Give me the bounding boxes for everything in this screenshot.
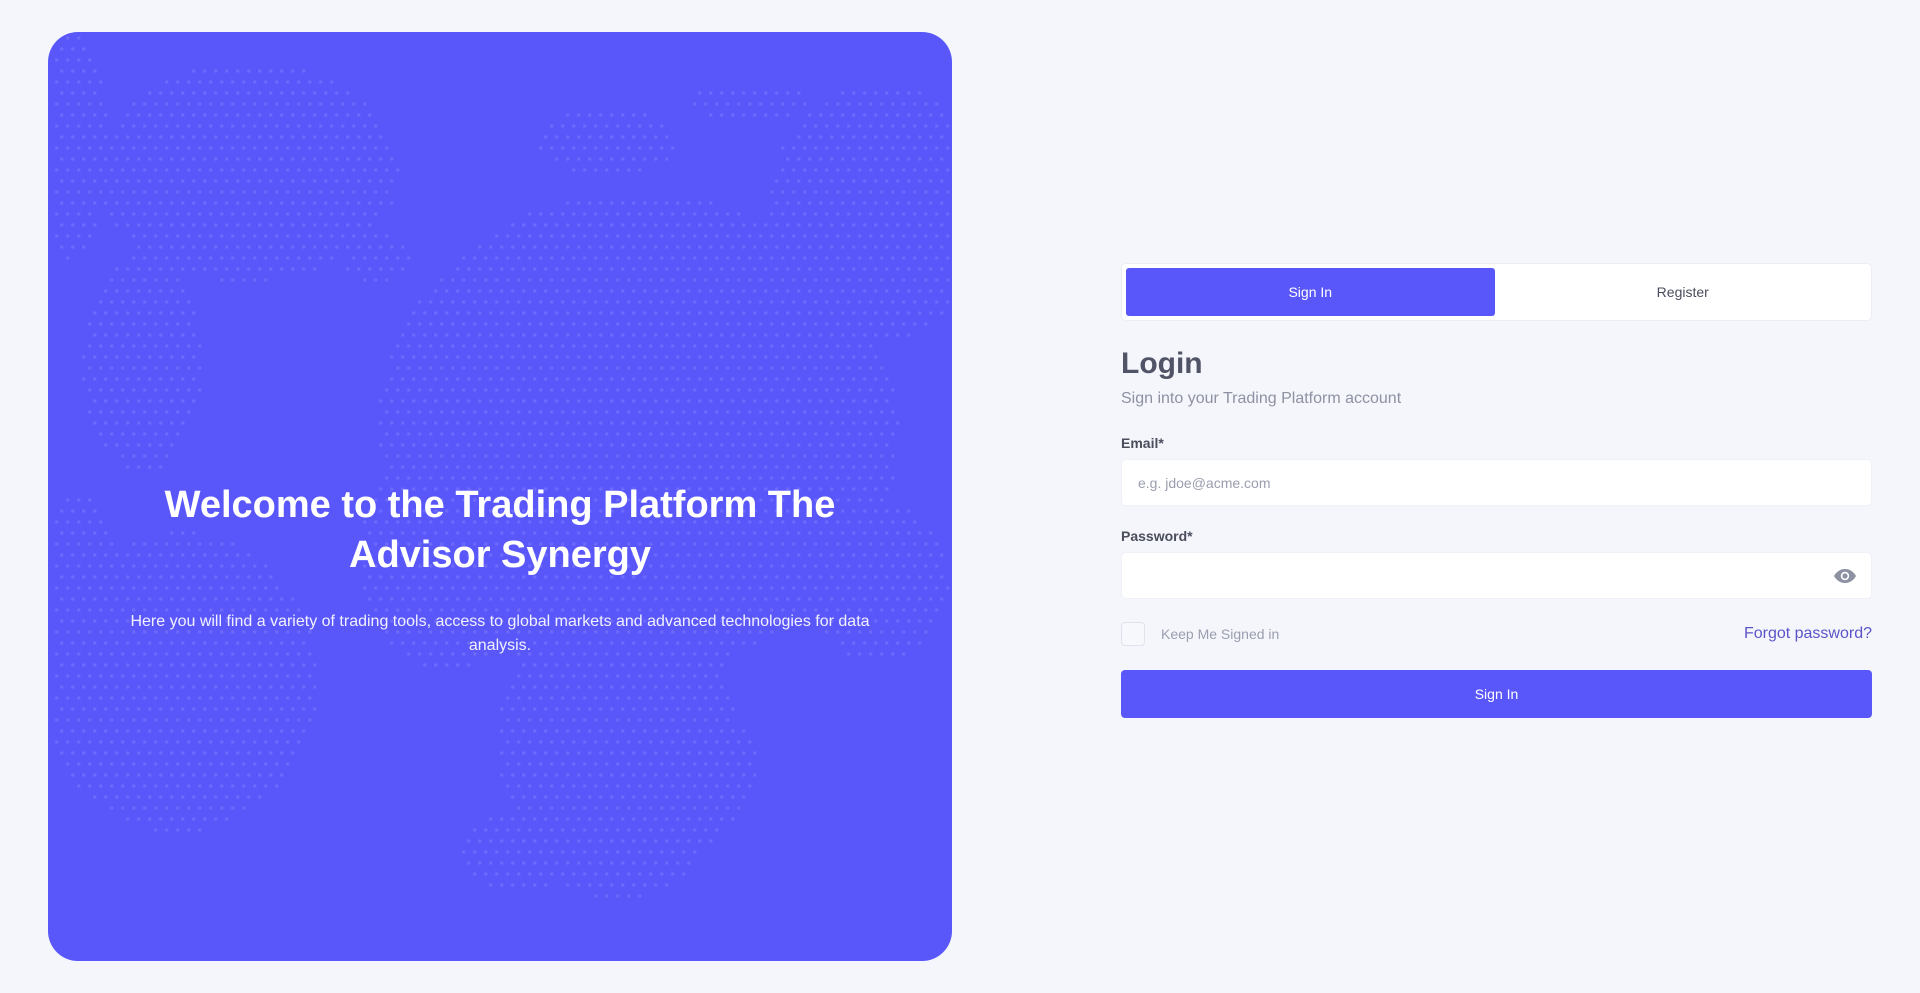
login-title: Login [1121, 347, 1203, 380]
password-field[interactable] [1122, 553, 1871, 598]
forgot-password-link[interactable]: Forgot password? [1744, 625, 1872, 643]
hero-subtitle: Here you will find a variety of trading … [130, 613, 870, 654]
tab-register[interactable]: Register [1499, 268, 1868, 316]
keep-signed-in-checkbox[interactable] [1121, 622, 1145, 646]
tab-sign-in[interactable]: Sign In [1126, 268, 1495, 316]
keep-signed-in-group: Keep Me Signed in [1121, 622, 1279, 646]
email-field[interactable] [1122, 460, 1871, 505]
hero-panel: Welcome to the Trading Platform The Advi… [48, 32, 952, 961]
password-label: Password* [1121, 528, 1193, 544]
auth-panel: Sign In Register Login Sign into your Tr… [1121, 263, 1872, 718]
keep-signed-in-label: Keep Me Signed in [1161, 626, 1280, 642]
login-page: Welcome to the Trading Platform The Advi… [0, 0, 1920, 993]
email-label: Email* [1121, 435, 1164, 451]
hero-title: Welcome to the Trading Platform The Advi… [164, 484, 836, 576]
login-options-row: Keep Me Signed in Forgot password? [1121, 622, 1872, 646]
password-field-wrapper [1121, 552, 1872, 599]
login-subtitle: Sign into your Trading Platform account [1121, 390, 1402, 407]
sign-in-button[interactable]: Sign In [1121, 670, 1872, 718]
email-field-wrapper [1121, 459, 1872, 506]
auth-tabs: Sign In Register [1121, 263, 1872, 321]
hero-content: Welcome to the Trading Platform The Advi… [48, 480, 952, 658]
eye-icon[interactable] [1833, 566, 1857, 586]
